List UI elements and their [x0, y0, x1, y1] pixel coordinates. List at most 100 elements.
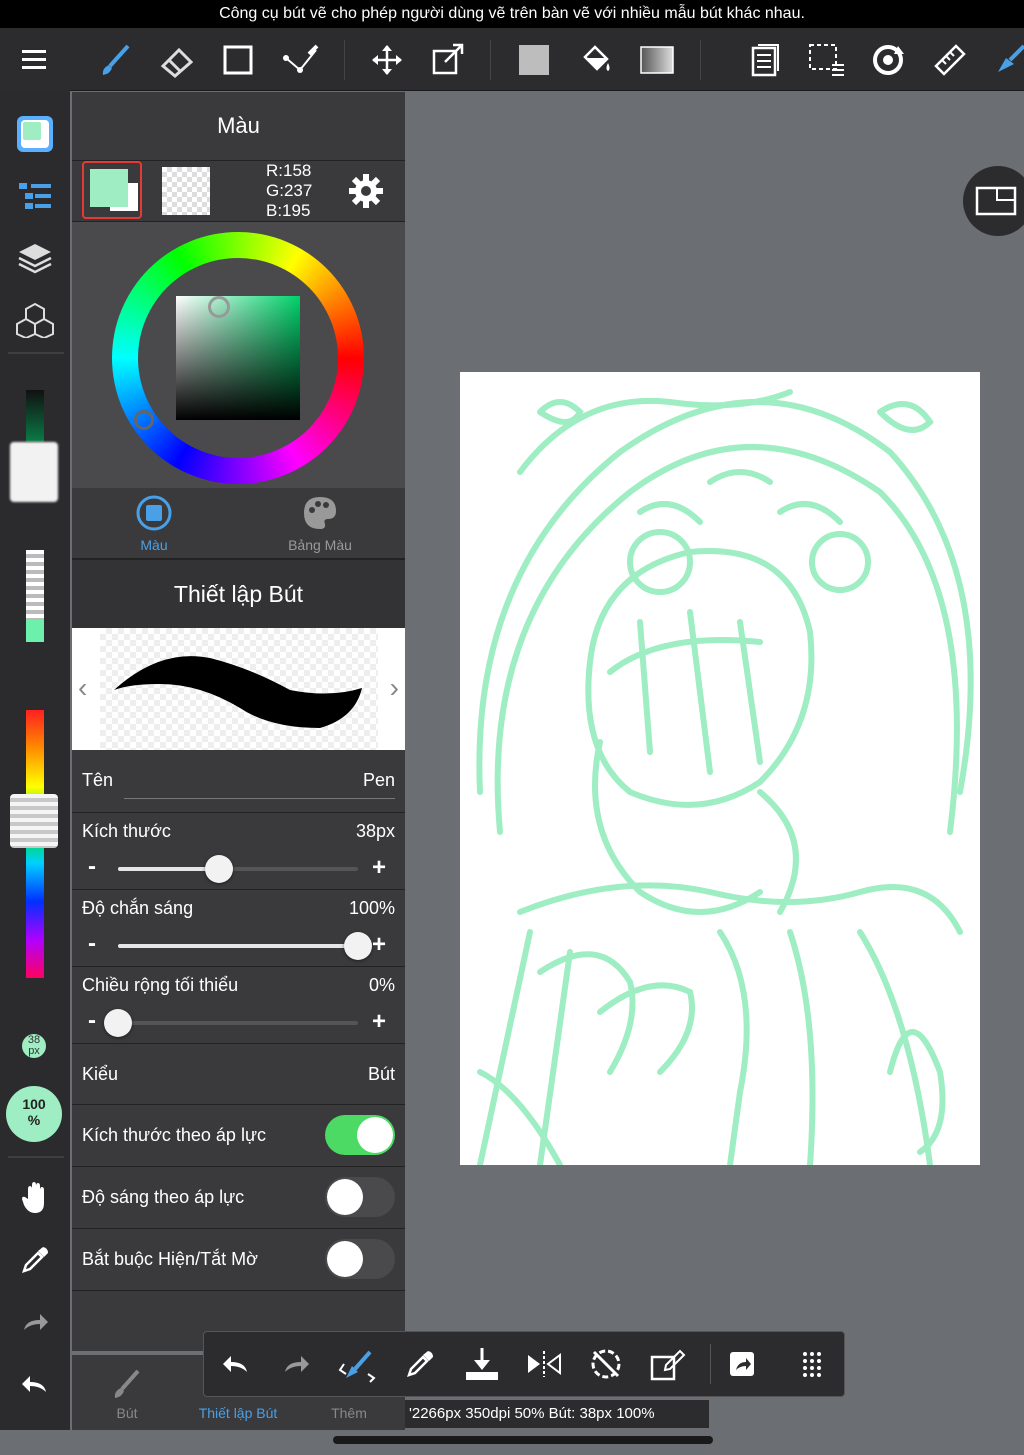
opacity-minus-button[interactable]: -: [88, 930, 96, 958]
color-brightness-strip[interactable]: [26, 390, 44, 442]
opacity-badge[interactable]: 100 %: [6, 1086, 62, 1142]
opacity-slider[interactable]: [118, 932, 372, 960]
size-row: Kích thước 38px - +: [72, 813, 405, 890]
saturation-value-square[interactable]: [176, 296, 300, 420]
brush-tab-icon[interactable]: [112, 1369, 142, 1404]
rotate-reset-icon[interactable]: [584, 1342, 628, 1386]
min-width-plus-button[interactable]: +: [372, 1008, 386, 1036]
redo-icon[interactable]: [274, 1342, 318, 1386]
min-width-slider-knob[interactable]: [104, 1009, 132, 1037]
force-fade-row: Bắt buộc Hiện/Tắt Mờ: [72, 1229, 405, 1291]
redo-icon[interactable]: [13, 1300, 57, 1344]
preview-next-arrow[interactable]: ›: [390, 672, 399, 704]
force-fade-toggle[interactable]: [325, 1239, 395, 1279]
bucket-icon[interactable]: [574, 38, 618, 82]
share-export-icon[interactable]: [720, 1342, 764, 1386]
opacity-plus-button[interactable]: +: [372, 931, 386, 959]
pen-settings-title: Thiết lập Bút: [72, 560, 405, 628]
tab-color[interactable]: Màu: [102, 494, 206, 553]
gradient-icon[interactable]: [635, 38, 679, 82]
min-width-label: Chiều rộng tối thiểu: [82, 975, 239, 995]
size-slider-knob[interactable]: [204, 855, 233, 883]
move-icon[interactable]: [365, 38, 409, 82]
name-value[interactable]: Pen: [363, 770, 395, 791]
sketch-drawing: [476, 389, 974, 1168]
tab-color-label: Màu: [140, 537, 168, 553]
hand-icon[interactable]: [13, 1176, 57, 1220]
drawing-canvas[interactable]: [460, 372, 980, 1168]
tab-brush[interactable]: Bút: [72, 1405, 182, 1421]
secondary-color-swatch[interactable]: [162, 167, 210, 215]
pen-path-icon[interactable]: [278, 38, 322, 82]
rgb-red-value: R:158: [266, 161, 312, 180]
opacity-row: Độ chắn sáng 100% - +: [72, 890, 405, 967]
opacity-slider-knob[interactable]: [344, 932, 372, 960]
pressure-opacity-label: Độ sáng theo áp lực: [82, 1187, 245, 1207]
eyedropper-icon[interactable]: [398, 1342, 442, 1386]
status-bar: '2266px 350dpi 50% Bút: 38px 100%: [405, 1400, 709, 1428]
primary-color-swatch[interactable]: [82, 161, 142, 219]
view-toggle-button[interactable]: [963, 166, 1024, 236]
sv-picker-knob[interactable]: [208, 296, 230, 318]
opacity-label: Độ chắn sáng: [82, 898, 194, 918]
pressure-size-toggle[interactable]: [325, 1115, 395, 1155]
opacity-unit: %: [27, 1112, 41, 1128]
fill-color-icon[interactable]: [512, 38, 556, 82]
tab-brush-settings[interactable]: Thiết lập Bút: [183, 1405, 293, 1421]
pressure-opacity-toggle[interactable]: [325, 1177, 395, 1217]
rgb-green-value: G:237: [266, 181, 313, 200]
settings-panel: Màu R:158 G:237 B:195 Màu Bảng Màu Thiết…: [72, 92, 405, 1351]
size-plus-button[interactable]: +: [372, 854, 386, 882]
pressure-opacity-row: Độ sáng theo áp lực: [72, 1167, 405, 1229]
color-wheel-area: [72, 222, 405, 488]
caption-banner: Công cụ bút vẽ cho phép người dùng vẽ tr…: [0, 0, 1024, 28]
transform-icon[interactable]: [426, 38, 470, 82]
size-minus-button[interactable]: -: [88, 853, 96, 881]
rgb-blue-value: B:195: [266, 201, 311, 220]
layers-doc-icon[interactable]: [743, 38, 787, 82]
flip-horizontal-icon[interactable]: [522, 1342, 566, 1386]
tab-palette[interactable]: Bảng Màu: [268, 494, 372, 553]
pen-stabilizer-icon[interactable]: [336, 1342, 380, 1386]
layers-icon[interactable]: [13, 236, 57, 280]
pressure-size-label: Kích thước theo áp lực: [82, 1125, 266, 1145]
saturation-fill: [26, 620, 44, 642]
gear-icon[interactable]: [348, 173, 384, 214]
min-width-minus-button[interactable]: -: [88, 1007, 96, 1035]
palette-icon: [304, 497, 336, 529]
rotate-icon[interactable]: [866, 38, 910, 82]
type-label: Kiểu: [82, 1064, 119, 1084]
eyedropper-icon[interactable]: [13, 1238, 57, 1282]
color-swatch-icon[interactable]: [13, 112, 57, 156]
brush-size-badge[interactable]: 38 px: [22, 1034, 46, 1058]
size-slider[interactable]: [118, 855, 358, 883]
brush-icon[interactable]: [94, 38, 138, 82]
materials-cube-icon[interactable]: [13, 298, 57, 342]
type-value: Bút: [367, 1064, 395, 1084]
pen-nib-icon[interactable]: [988, 38, 1024, 82]
menu-icon[interactable]: [13, 38, 57, 82]
transform-selection-icon[interactable]: [646, 1342, 690, 1386]
color-tabs: Màu Bảng Màu: [72, 488, 405, 560]
top-toolbar: [0, 28, 1024, 91]
opacity-value: 100: [22, 1096, 46, 1112]
type-row[interactable]: Kiểu Bút: [72, 1044, 405, 1105]
ruler-icon[interactable]: [928, 38, 972, 82]
brush-list-icon[interactable]: [13, 174, 57, 218]
brightness-slider-handle[interactable]: [10, 442, 58, 502]
download-icon[interactable]: [460, 1342, 504, 1386]
color-panel-title: Màu: [72, 92, 405, 161]
undo-icon[interactable]: [13, 1362, 57, 1406]
brush-name-row[interactable]: Tên Pen: [72, 750, 405, 813]
tab-more[interactable]: Thêm: [294, 1405, 404, 1421]
size-value: 38px: [355, 821, 395, 841]
rectangle-icon[interactable]: [216, 38, 260, 82]
selection-icon[interactable]: [805, 38, 849, 82]
grid-dots-icon[interactable]: [790, 1342, 834, 1386]
eraser-icon[interactable]: [155, 38, 199, 82]
preview-prev-arrow[interactable]: ‹: [78, 672, 87, 704]
min-width-slider[interactable]: [104, 1009, 358, 1037]
hue-slider-handle[interactable]: [10, 794, 58, 848]
hue-picker-knob[interactable]: [134, 410, 154, 430]
undo-icon[interactable]: [214, 1342, 258, 1386]
